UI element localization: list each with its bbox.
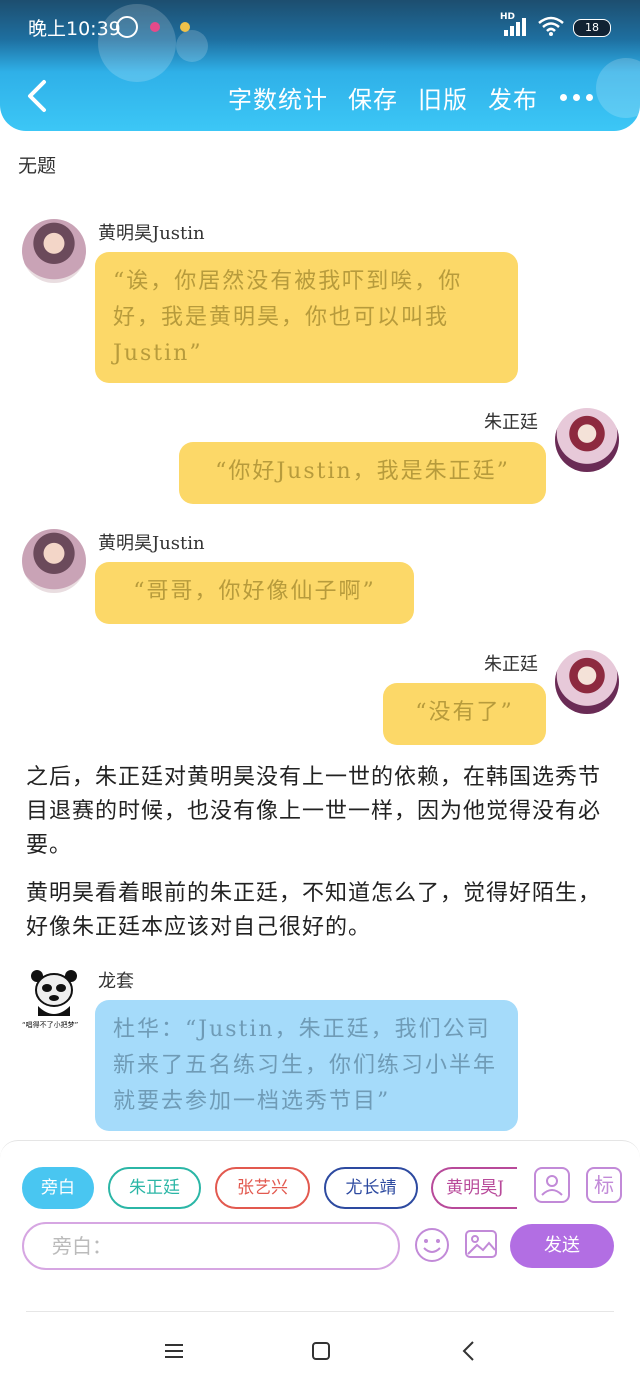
menu-icon[interactable] bbox=[159, 1336, 189, 1366]
system-navigation-bar bbox=[0, 1312, 640, 1387]
notification-icon bbox=[150, 22, 160, 32]
emoji-icon[interactable] bbox=[413, 1226, 451, 1264]
compose-panel: 旁白 朱正廷 张艺兴 尤长靖 黄明昊J 标 旁白： 发送 bbox=[0, 1140, 640, 1313]
narration-paragraph[interactable]: 黄明昊看着眼前的朱正廷，不知道怎么了，觉得好陌生，好像朱正廷本应该对自己很好的。 bbox=[26, 877, 616, 945]
nav-back-icon[interactable] bbox=[454, 1336, 484, 1366]
role-chip-huang[interactable]: 黄明昊J bbox=[431, 1167, 517, 1209]
status-bar: 晚上10:39 HD 18 bbox=[0, 0, 640, 48]
battery-indicator: 18 bbox=[573, 19, 611, 37]
role-chip-narrator[interactable]: 旁白 bbox=[22, 1167, 94, 1209]
home-icon[interactable] bbox=[306, 1336, 336, 1366]
signal-icon bbox=[504, 18, 526, 36]
wifi-icon bbox=[538, 16, 564, 36]
message-input[interactable]: 旁白： bbox=[22, 1222, 400, 1270]
notification-icon bbox=[180, 22, 190, 32]
alarm-icon bbox=[116, 16, 138, 38]
back-icon[interactable] bbox=[20, 78, 56, 114]
word-count-button[interactable]: 字数统计 bbox=[228, 80, 328, 115]
tag-button[interactable]: 标 bbox=[586, 1167, 622, 1203]
avatar[interactable] bbox=[555, 650, 619, 714]
story-editor[interactable]: 无题 黄明昊Justin “诶，你居然没有被我吓到唉，你好，我是黄明昊，你也可以… bbox=[0, 131, 640, 1140]
role-chip-you[interactable]: 尤长靖 bbox=[324, 1167, 418, 1209]
speaker-name: 龙套 bbox=[98, 971, 134, 992]
avatar[interactable] bbox=[22, 529, 86, 593]
narration-paragraph[interactable]: 之后，朱正廷对黄明昊没有上一世的依赖，在韩国选秀节目退赛的时候，也没有像上一世一… bbox=[26, 761, 616, 863]
story-title[interactable]: 无题 bbox=[18, 151, 56, 178]
publish-button[interactable]: 发布 bbox=[488, 80, 538, 115]
message-bubble[interactable]: “哥哥，你好像仙子啊” bbox=[95, 562, 414, 624]
message-bubble[interactable]: 杜华：“Justin，朱正廷，我们公司新来了五名练习生，你们练习小半年就要去参加… bbox=[95, 1000, 518, 1131]
status-time: 晚上10:39 bbox=[28, 18, 121, 40]
message-bubble[interactable]: “没有了” bbox=[383, 683, 546, 745]
role-chip-zhu[interactable]: 朱正廷 bbox=[108, 1167, 201, 1209]
speaker-name: 朱正廷 bbox=[484, 412, 538, 433]
speaker-name: 黄明昊Justin bbox=[98, 533, 205, 554]
avatar[interactable] bbox=[22, 219, 86, 283]
meme-caption: “唱得不了小把梦” bbox=[22, 1021, 79, 1029]
avatar[interactable] bbox=[555, 408, 619, 472]
send-button[interactable]: 发送 bbox=[510, 1224, 614, 1268]
message-bubble[interactable]: “诶，你居然没有被我吓到唉，你好，我是黄明昊，你也可以叫我Justin” bbox=[95, 252, 518, 383]
app-header: 晚上10:39 HD 18 字数统计 保存 旧版 发布 bbox=[0, 0, 640, 131]
avatar-icon bbox=[541, 1175, 563, 1196]
old-version-button[interactable]: 旧版 bbox=[418, 80, 468, 115]
message-bubble[interactable]: “你好Justin，我是朱正廷” bbox=[179, 442, 546, 504]
more-icon[interactable] bbox=[560, 82, 604, 110]
image-icon[interactable] bbox=[463, 1226, 499, 1262]
meme-avatar[interactable]: “唱得不了小把梦” bbox=[22, 966, 86, 1030]
toolbar: 字数统计 保存 旧版 发布 bbox=[0, 60, 640, 130]
speaker-name: 朱正廷 bbox=[484, 654, 538, 675]
speaker-name: 黄明昊Justin bbox=[98, 223, 205, 244]
role-chip-zhang[interactable]: 张艺兴 bbox=[215, 1167, 310, 1209]
save-button[interactable]: 保存 bbox=[348, 80, 398, 115]
add-role-button[interactable] bbox=[534, 1167, 570, 1203]
